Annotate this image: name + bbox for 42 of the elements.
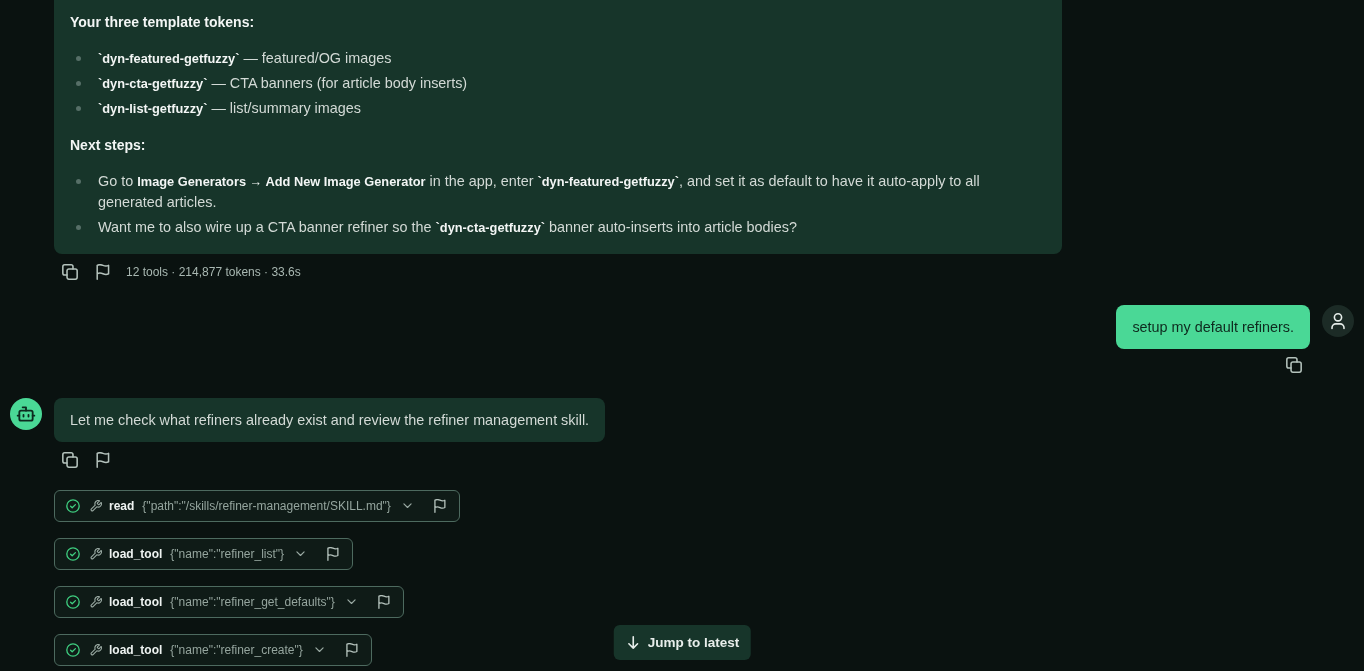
tool-call-row[interactable]: read {"path":"/skills/refiner-management/SKILL.md"} <box>54 490 460 522</box>
flag-icon <box>95 264 111 280</box>
list-item: `dyn-list-getfuzzy` — list/summary images <box>98 99 361 118</box>
tool-arguments: {"path":"/skills/refiner-management/SKILL.md"} <box>142 499 391 513</box>
flag-icon <box>327 547 340 561</box>
arrow-down-icon <box>627 636 639 649</box>
message-heading: Next steps: <box>70 136 147 155</box>
tool-arguments: {"name":"refiner_list"} <box>170 547 285 561</box>
message-text: setup my default refiners. <box>1132 318 1294 337</box>
flag-icon <box>95 452 111 468</box>
tool-call-row[interactable]: load_tool {"name":"refiner_create"} <box>54 634 372 666</box>
copy-icon <box>1286 357 1302 373</box>
copy-icon <box>62 452 78 468</box>
copy-icon <box>62 264 78 280</box>
tool-call-row[interactable]: load_tool {"name":"refiner_list"} <box>54 538 354 570</box>
wrench-icon <box>90 548 102 560</box>
tool-name: read <box>109 499 135 513</box>
message-heading: Your three template tokens: <box>70 13 256 32</box>
message-stats: 12 tools · 214,877 tokens · 33.6s <box>126 265 301 279</box>
tool-name: load_tool <box>109 547 163 561</box>
list-item: `dyn-featured-getfuzzy` — featured/OG images <box>98 49 392 68</box>
wrench-icon <box>90 500 102 512</box>
tool-name: load_tool <box>109 643 163 657</box>
bullet-icon <box>76 179 81 184</box>
bullet-icon <box>76 225 81 230</box>
flag-icon <box>345 643 358 657</box>
tool-arguments: {"name":"refiner_create"} <box>170 643 303 657</box>
list-item: Want me to also wire up a CTA banner refiner so the `dyn-cta-getfuzzy` banner auto-inserts into article bodies? <box>98 218 797 237</box>
flag-icon <box>433 499 446 513</box>
wrench-icon <box>90 596 102 608</box>
message-text: Let me check what refiners already exist and review the refiner management skill. <box>70 411 590 430</box>
tool-call-row[interactable]: load_tool {"name":"refiner_get_defaults"} <box>54 586 404 618</box>
wrench-icon <box>90 644 102 656</box>
bullet-icon <box>76 56 81 61</box>
bullet-icon <box>76 81 81 86</box>
jump-to-latest-button[interactable]: Jump to latest <box>613 625 751 660</box>
list-item: `dyn-cta-getfuzzy` — CTA banners (for article body inserts) <box>98 74 468 93</box>
bullet-icon <box>76 106 81 111</box>
tool-name: load_tool <box>109 595 163 609</box>
flag-icon <box>377 595 390 609</box>
tool-arguments: {"name":"refiner_get_defaults"} <box>170 595 335 609</box>
list-item: Go to Image Generators → Add New Image Generator in the app, enter `dyn-featured-getfuzzy`, and set it as default to have it auto-apply to all generated articles. <box>98 172 981 212</box>
